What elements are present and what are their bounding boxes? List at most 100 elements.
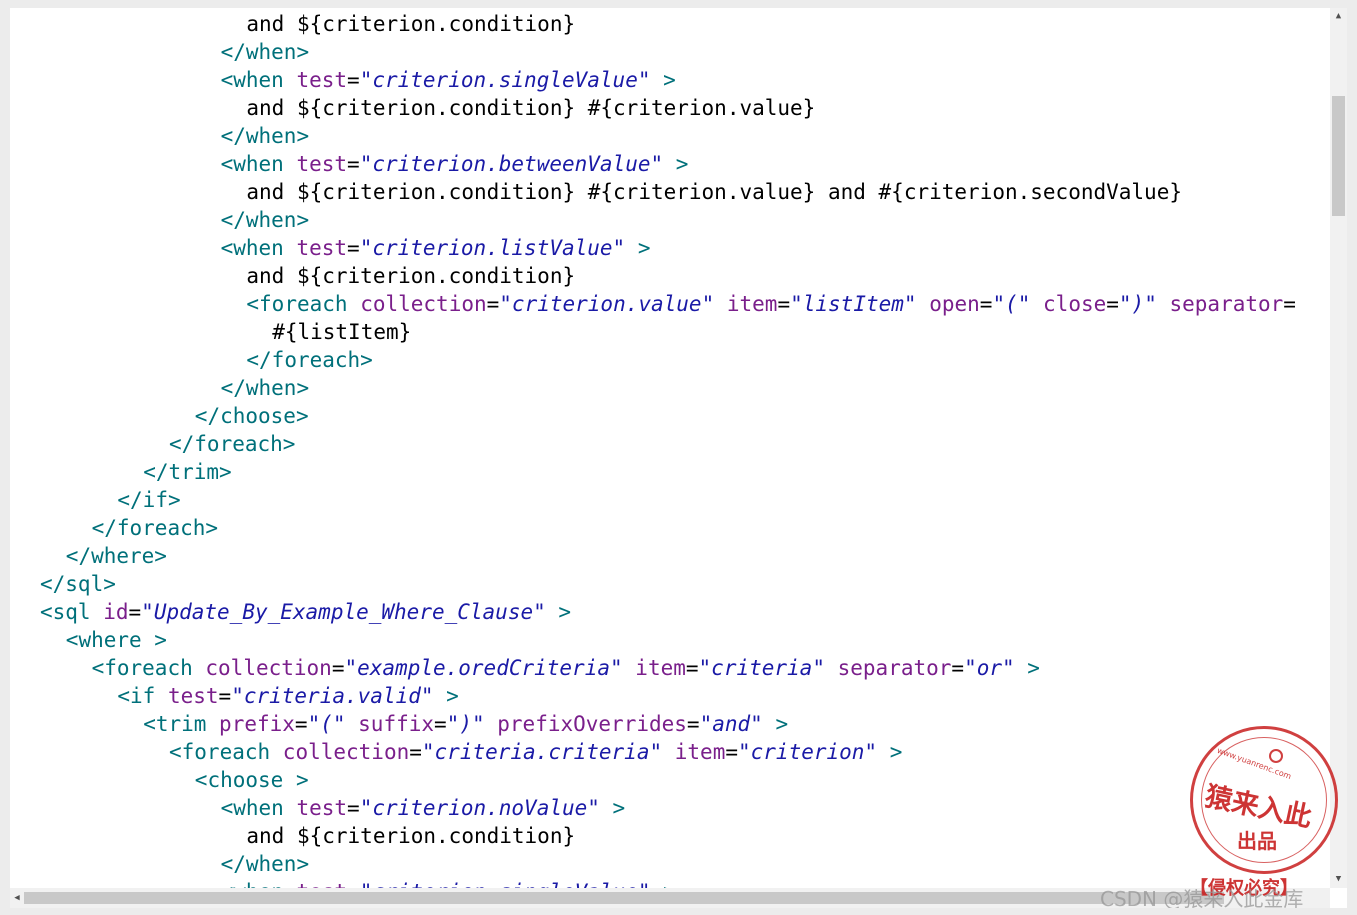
code-token: "criteria.valid" <box>231 684 434 708</box>
scroll-up-arrow-icon[interactable]: ▲ <box>1330 8 1347 25</box>
code-token: > <box>1014 656 1040 680</box>
code-line: and ${criterion.condition} <box>246 822 575 850</box>
code-token: <when <box>220 68 297 92</box>
code-line: </choose> <box>195 402 309 430</box>
code-line: <choose > <box>195 766 309 794</box>
code-token: <when <box>220 796 297 820</box>
code-token: "or" <box>964 656 1015 680</box>
code-token: prefixOverrides <box>497 712 687 736</box>
code-token: </where> <box>65 544 167 568</box>
code-token: <where > <box>65 628 167 652</box>
code-token: = <box>347 880 360 888</box>
code-token: = <box>951 656 965 680</box>
code-token: = <box>218 684 232 708</box>
code-line: </when> <box>221 38 310 66</box>
code-token: </when> <box>220 852 310 876</box>
code-token: = <box>725 740 738 764</box>
code-token: <choose > <box>194 768 309 792</box>
code-token: <trim <box>143 712 220 736</box>
code-token: ")" <box>1118 292 1157 316</box>
code-token: test <box>296 152 348 176</box>
scroll-left-arrow-icon[interactable]: ◀ <box>10 888 24 908</box>
code-token: </choose> <box>194 404 309 428</box>
code-token: = <box>347 796 360 820</box>
code-token: <foreach <box>169 740 283 764</box>
code-token: collection <box>360 292 487 316</box>
code-line: and ${criterion.condition} #{criterion.v… <box>246 178 1182 206</box>
code-line: </sql> <box>40 570 116 598</box>
code-token: test <box>296 880 347 888</box>
seal-subtitle: 出品 <box>1237 829 1277 853</box>
code-token: item <box>726 292 778 316</box>
code-token: and ${criterion.condition} #{criterion.v… <box>246 96 816 120</box>
code-token: <foreach <box>91 656 206 680</box>
code-token: > <box>433 684 459 708</box>
code-token: > <box>650 880 676 888</box>
code-line: and ${criterion.condition} <box>246 10 575 38</box>
code-line: <when test="criterion.singleValue" > <box>221 878 676 888</box>
vertical-scrollbar[interactable]: ▲ ▼ <box>1330 8 1347 888</box>
code-token: "criterion.singleValue" <box>359 68 651 92</box>
code-token: > <box>877 740 903 764</box>
code-token: </foreach> <box>91 516 219 540</box>
code-token: = <box>331 656 345 680</box>
code-line: <when test="criterion.betweenValue" > <box>221 150 689 178</box>
code-line: </when> <box>221 122 310 150</box>
vertical-scrollbar-thumb[interactable] <box>1332 96 1345 216</box>
code-line: #{listItem} <box>272 318 411 346</box>
code-line: </foreach> <box>246 346 372 374</box>
code-token: </when> <box>220 124 310 148</box>
code-token: "criteria.criteria" <box>421 740 663 764</box>
code-token: "criterion.listValue" <box>359 236 626 260</box>
code-token: "criteria" <box>698 656 825 680</box>
code-token: = <box>685 656 699 680</box>
code-line: <where > <box>66 626 167 654</box>
code-token: = <box>409 740 422 764</box>
code-token: "criterion.noValue" <box>359 796 600 820</box>
code-area: and ${criterion.condition} </when> <when t… <box>10 8 1330 888</box>
code-token: = <box>347 152 360 176</box>
code-line: and ${criterion.condition} <box>246 262 575 290</box>
code-token: separator <box>1169 292 1284 316</box>
code-token: = <box>128 600 142 624</box>
code-token: </when> <box>220 40 310 64</box>
csdn-watermark: CSDN @猿来入此金库 <box>1100 887 1304 908</box>
code-token: = <box>777 292 791 316</box>
code-token: and ${criterion.condition} <box>246 264 576 288</box>
code-token: <sql <box>40 600 104 624</box>
code-line: <trim prefix="(" suffix=")" prefixOverri… <box>143 710 788 738</box>
code-token: "Update_By_Example_Where_Clause" <box>141 600 546 624</box>
watermark-seal: www.yuanrenc.com 猿来入此 出品 <box>1190 726 1338 874</box>
code-token: = <box>686 712 700 736</box>
code-token: id <box>103 600 129 624</box>
code-token: </sql> <box>40 572 116 596</box>
code-line: </when> <box>221 206 310 234</box>
code-token: and ${criterion.condition} #{criterion.v… <box>246 180 1182 204</box>
code-token: item <box>674 740 726 764</box>
code-token: <when <box>220 236 297 260</box>
code-line: <when test="criterion.singleValue" > <box>221 66 676 94</box>
code-token: test <box>167 684 219 708</box>
code-token: "and" <box>699 712 763 736</box>
horizontal-scrollbar-thumb[interactable] <box>24 892 1224 904</box>
code-token: suffix <box>358 712 435 736</box>
code-line: <foreach collection="example.oredCriteri… <box>92 654 1040 682</box>
code-token: <when <box>220 152 297 176</box>
code-token: = <box>347 68 360 92</box>
code-line: and ${criterion.condition} #{criterion.v… <box>246 94 815 122</box>
code-token: > <box>663 152 689 176</box>
code-token: "listItem" <box>790 292 917 316</box>
code-token: and ${criterion.condition} <box>246 824 576 848</box>
scroll-down-arrow-icon[interactable]: ▼ <box>1330 871 1347 888</box>
code-token: > <box>625 236 651 260</box>
code-token: </when> <box>220 208 310 232</box>
code-token: "criterion.singleValue" <box>360 880 651 888</box>
code-token: and ${criterion.condition} <box>246 12 576 36</box>
code-token: prefix <box>219 712 295 736</box>
code-token: </when> <box>220 376 310 400</box>
